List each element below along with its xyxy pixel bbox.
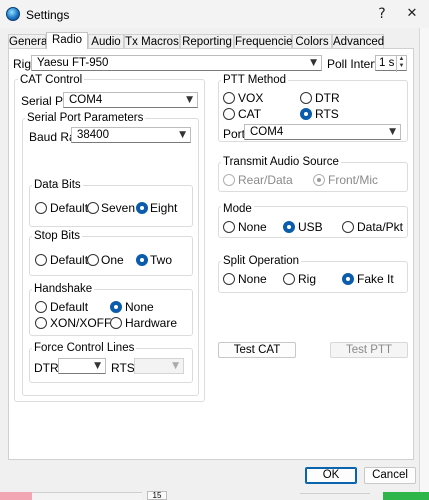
handshake-hardware-radio[interactable] — [110, 317, 122, 329]
mode-none-radio[interactable] — [223, 221, 235, 233]
mode-usb-label: USB — [298, 220, 323, 234]
close-icon[interactable]: ✕ — [402, 4, 422, 24]
mode-none-label: None — [238, 220, 267, 234]
tab-advanced[interactable]: Advanced — [332, 34, 384, 49]
mode-title: Mode — [221, 203, 254, 216]
ok-button[interactable]: OK — [305, 467, 357, 484]
ptt-dtr-label: DTR — [315, 91, 340, 105]
background-app-status-segment — [300, 493, 370, 500]
split-operation-title: Split Operation — [221, 255, 302, 268]
ptt-method-title: PTT Method — [221, 74, 289, 87]
serial-port-value: COM4 — [69, 94, 103, 106]
stop-bits-default-radio[interactable] — [35, 254, 47, 266]
chevron-down-icon: ▼ — [179, 130, 186, 140]
spin-arrows-icon[interactable]: ▲ ▼ — [396, 56, 406, 72]
ptt-cat-label: CAT — [238, 107, 262, 121]
tx-audio-rear-radio[interactable] — [223, 174, 235, 186]
data-bits-default-label: Default — [50, 201, 89, 215]
stop-bits-title: Stop Bits — [32, 230, 83, 243]
ptt-rts-radio[interactable] — [300, 108, 312, 120]
ptt-dtr-radio[interactable] — [300, 92, 312, 104]
background-app-status-segment — [32, 492, 142, 500]
serial-port-select[interactable]: COM4 ▼ — [63, 92, 198, 108]
window-title: Settings — [26, 8, 70, 22]
ptt-vox-radio[interactable] — [223, 92, 235, 104]
ptt-rts-label: RTS — [315, 107, 339, 121]
split-fake-it-radio[interactable] — [342, 273, 354, 285]
chevron-down-icon: ▼ — [389, 127, 396, 137]
split-rig-label: Rig — [298, 272, 317, 286]
mode-data-pkt-label: Data/Pkt — [357, 220, 404, 234]
rig-select[interactable]: Yaesu FT-950 ▼ — [31, 55, 322, 71]
stop-bits-one-radio[interactable] — [87, 254, 99, 266]
data-bits-seven-label: Seven — [101, 201, 136, 215]
handshake-title: Handshake — [32, 283, 95, 296]
stop-bits-one-label: One — [101, 253, 124, 267]
handshake-xonxoff-radio[interactable] — [35, 317, 47, 329]
data-bits-eight-label: Eight — [150, 201, 178, 215]
cancel-button[interactable]: Cancel — [364, 467, 416, 484]
tab-bar: General Radio Audio Tx Macros Reporting … — [8, 32, 414, 49]
ptt-vox-label: VOX — [238, 91, 264, 105]
tab-colors[interactable]: Colors — [292, 34, 332, 49]
tab-frequencies[interactable]: Frequencies — [234, 34, 298, 49]
baud-rate-select[interactable]: 38400 ▼ — [71, 127, 191, 143]
handshake-hardware-label: Hardware — [125, 316, 178, 330]
split-rig-radio[interactable] — [283, 273, 295, 285]
tab-audio[interactable]: Audio — [88, 34, 124, 49]
tx-audio-front-label: Front/Mic — [328, 173, 379, 187]
tx-audio-source-title: Transmit Audio Source — [221, 156, 341, 169]
tx-audio-front-radio[interactable] — [313, 174, 325, 186]
cat-control-title: CAT Control — [18, 74, 85, 87]
stop-bits-two-label: Two — [150, 253, 173, 267]
handshake-xonxoff-label: XON/XOFF — [50, 316, 112, 330]
handshake-default-radio[interactable] — [35, 301, 47, 313]
tx-audio-rear-label: Rear/Data — [238, 173, 293, 187]
mode-data-pkt-radio[interactable] — [342, 221, 354, 233]
data-bits-title: Data Bits — [32, 179, 83, 192]
background-app-edge — [419, 28, 429, 492]
stop-bits-two-radio[interactable] — [136, 254, 148, 266]
background-app-number-field: 15 — [147, 491, 167, 500]
rts-select[interactable]: ▼ — [134, 358, 184, 374]
app-icon — [6, 7, 20, 21]
chevron-down-icon: ▼ — [94, 361, 101, 371]
chevron-down-icon: ▼ — [172, 361, 179, 371]
tab-tx-macros[interactable]: Tx Macros — [124, 34, 180, 49]
help-icon[interactable]: ? — [372, 4, 392, 24]
chevron-down-icon: ▼ — [186, 95, 193, 105]
handshake-default-label: Default — [50, 300, 89, 314]
dtr-select[interactable]: ▼ — [58, 358, 106, 374]
data-bits-default-radio[interactable] — [35, 202, 47, 214]
stop-bits-default-label: Default — [50, 253, 89, 267]
background-app-status-indicator — [383, 492, 429, 500]
ptt-cat-radio[interactable] — [223, 108, 235, 120]
ptt-port-value: COM4 — [250, 126, 284, 138]
split-none-radio[interactable] — [223, 273, 235, 285]
test-ptt-button[interactable]: Test PTT — [330, 342, 408, 358]
poll-interval-value: 1 s — [379, 57, 395, 69]
background-app-status-segment — [0, 492, 32, 500]
data-bits-seven-radio[interactable] — [87, 202, 99, 214]
tab-general[interactable]: General — [8, 34, 50, 49]
tab-radio[interactable]: Radio — [46, 32, 88, 49]
data-bits-eight-radio[interactable] — [136, 202, 148, 214]
serial-params-title: Serial Port Parameters — [25, 112, 146, 125]
handshake-none-label: None — [125, 300, 154, 314]
rig-value: Yaesu FT-950 — [37, 57, 109, 69]
split-none-label: None — [238, 272, 267, 286]
handshake-none-radio[interactable] — [110, 301, 122, 313]
mode-usb-radio[interactable] — [283, 221, 295, 233]
split-fake-it-label: Fake It — [357, 272, 394, 286]
tab-reporting[interactable]: Reporting — [180, 34, 234, 49]
ptt-port-select[interactable]: COM4 ▼ — [244, 124, 401, 140]
baud-rate-value: 38400 — [77, 129, 109, 141]
force-control-lines-title: Force Control Lines — [32, 342, 137, 355]
test-cat-button[interactable]: Test CAT — [218, 342, 296, 358]
chevron-down-icon: ▼ — [310, 58, 317, 68]
